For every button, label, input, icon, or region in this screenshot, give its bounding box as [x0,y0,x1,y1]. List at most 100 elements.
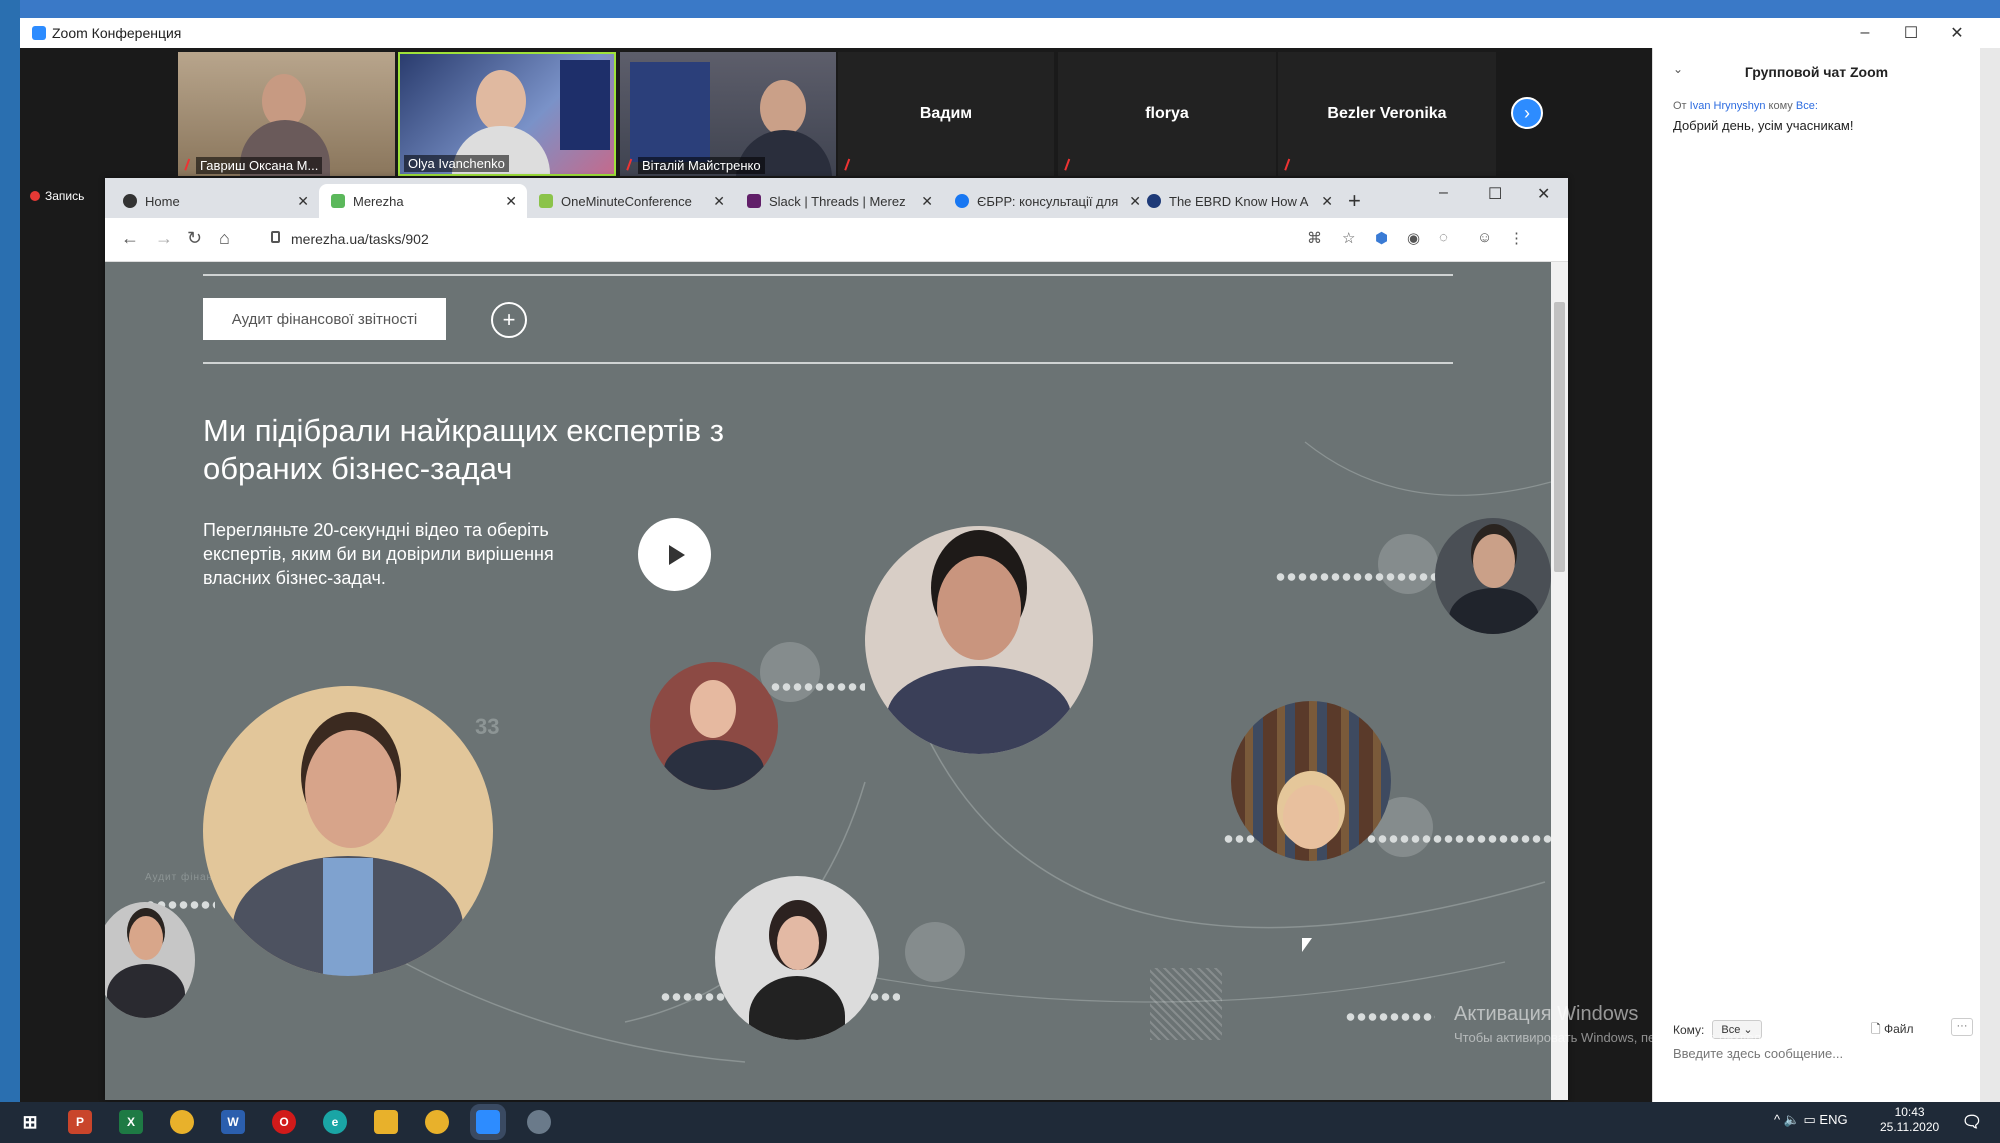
more-options-button[interactable]: ··· [1951,1018,1973,1036]
back-icon[interactable]: ← [121,228,139,249]
dot-row [1345,1012,1435,1022]
chat-input[interactable]: Введите здесь сообщение... [1673,1046,1843,1061]
file-explorer-icon[interactable] [374,1110,398,1134]
new-tab-button[interactable]: + [1348,188,1361,214]
participant-tile[interactable]: Віталій Майстренко [620,52,836,176]
participant-tile-active[interactable]: Olya Ivanchenko [398,52,616,176]
expert-portrait[interactable] [650,662,778,790]
tab-close-icon[interactable]: ✕ [921,193,933,210]
extension-circle-icon[interactable]: ◌ [1439,229,1448,246]
tab-bar: Home ✕ Merezha ✕ OneMinuteConference ✕ S… [105,178,1568,218]
screen: Zoom Конференция – ☐ ✕ Гавриш Оксана М..… [0,0,2000,1143]
mic-muted-icon [1064,158,1078,174]
tab-facebook[interactable]: ЄБРР: консультації для ✕ [943,184,1151,218]
browser-window: Home ✕ Merezha ✕ OneMinuteConference ✕ S… [105,178,1568,1100]
chat-sender[interactable]: Ivan Hrynyshyn [1690,100,1766,112]
edge-icon[interactable]: e [323,1110,347,1134]
activation-title: Активация Windows [1454,1003,1639,1025]
system-tray[interactable]: ^ 🔈 ▭ ENG [1774,1112,1848,1128]
expert-portrait[interactable] [715,876,879,1040]
expert-portrait[interactable] [1435,518,1551,634]
word-icon[interactable]: W [221,1110,245,1134]
chrome-icon[interactable] [170,1110,194,1134]
page-scrollbar[interactable] [1551,262,1568,1100]
portrait-head [1473,534,1515,588]
decorative-circle [1378,534,1438,594]
portrait-head [305,730,397,848]
browser-maximize-icon[interactable]: ☐ [1488,184,1502,204]
tab-label: Slack | Threads | Merez [769,193,906,209]
tab-ebrd[interactable]: The EBRD Know How A ✕ [1135,184,1343,218]
web-page: Аудит фінансової звітності + Ми підібрал… [105,262,1551,1100]
participant-tile[interactable]: Вадим [838,52,1054,176]
portrait-head [1283,785,1339,849]
cast-icon[interactable]: ◉ [1407,229,1420,247]
tab-label: Home [145,193,180,209]
tab-close-icon[interactable]: ✕ [297,193,309,210]
zoom-logo-icon [32,26,46,40]
forward-icon[interactable]: → [155,228,173,249]
desktop-left-strip [0,0,20,1102]
lock-icon [271,231,280,243]
participant-tile[interactable]: Гавриш Оксана М... [178,52,395,176]
page-favicon-icon [539,194,553,208]
participant-tile[interactable]: florya [1058,52,1276,176]
tab-slack[interactable]: Slack | Threads | Merez ✕ [735,184,943,218]
opera-icon[interactable]: O [272,1110,296,1134]
participant-tile[interactable]: Bezler Veronika [1278,52,1496,176]
zoom-window-title: Zoom Конференция [52,25,182,41]
extension-icon[interactable]: ⬢ [1375,229,1388,247]
scrollbar-thumb[interactable] [1554,302,1565,572]
activation-text: Чтобы активировать Windows, перейдите в … [1454,1030,1847,1045]
home-icon[interactable]: ⌂ [219,228,230,249]
record-icon [30,191,40,201]
participant-name: Olya Ivanchenko [404,155,509,172]
tab-close-icon[interactable]: ✕ [1321,193,1333,210]
portrait-head [129,916,163,960]
tab-home[interactable]: Home ✕ [111,184,319,218]
chat-from-prefix: От [1673,100,1687,112]
taskbar [0,1102,2000,1143]
powerpoint-icon[interactable]: P [68,1110,92,1134]
expert-portrait[interactable] [105,902,195,1018]
portrait-shirt [323,858,373,976]
background-window-edge [1980,48,2000,1102]
language-indicator[interactable]: ENG [1819,1112,1847,1127]
reload-icon[interactable]: ↻ [187,228,202,249]
url-field[interactable]: merezha.ua/tasks/902 [291,231,429,247]
browser-minimize-icon[interactable]: – [1439,184,1448,202]
tab-merezha[interactable]: Merezha ✕ [319,184,527,218]
participant-name: Bezler Veronika [1327,105,1447,122]
zoom-taskbar-icon[interactable] [476,1110,500,1134]
clock-time: 10:43 [1894,1105,1925,1119]
tab-oneminuteconference[interactable]: OneMinuteConference ✕ [527,184,735,218]
chat-title: Групповой чат Zoom [1744,64,1889,80]
profile-icon[interactable]: ☺ [1477,229,1492,246]
tab-close-icon[interactable]: ✕ [713,193,725,210]
bookmark-star-icon[interactable]: ☆ [1342,229,1355,247]
expert-portrait[interactable] [1231,701,1391,861]
participant-face [760,80,806,136]
close-icon[interactable]: ✕ [1934,18,1980,48]
next-page-button[interactable]: › [1511,97,1543,129]
mic-muted-icon [1284,158,1298,174]
minimize-icon[interactable]: – [1842,18,1888,48]
paint-icon[interactable] [527,1110,551,1134]
portrait-body [107,964,185,1018]
windows-start-icon[interactable]: ⊞ [18,1110,42,1134]
tab-close-icon[interactable]: ✕ [505,193,517,210]
clock[interactable]: 10:43 25.11.2020 [1880,1105,1939,1135]
browser-close-icon[interactable]: ✕ [1537,184,1550,204]
expert-portrait[interactable] [865,526,1093,754]
expert-portrait[interactable] [203,686,493,976]
file-button[interactable]: 🗋 Файл [1871,1020,1914,1041]
maximize-icon[interactable]: ☐ [1888,18,1934,48]
excel-icon[interactable]: X [119,1110,143,1134]
notification-icon[interactable]: 🗨 [1960,1110,1984,1134]
recording-indicator[interactable]: Запись [30,189,84,203]
chrome-icon[interactable] [425,1110,449,1134]
translate-icon[interactable]: ⌘ [1307,229,1322,247]
recording-label: Запись [45,189,85,203]
zoom-titlebar: Zoom Конференция – ☐ ✕ [20,18,2000,48]
menu-kebab-icon[interactable]: ⋮ [1509,229,1524,247]
